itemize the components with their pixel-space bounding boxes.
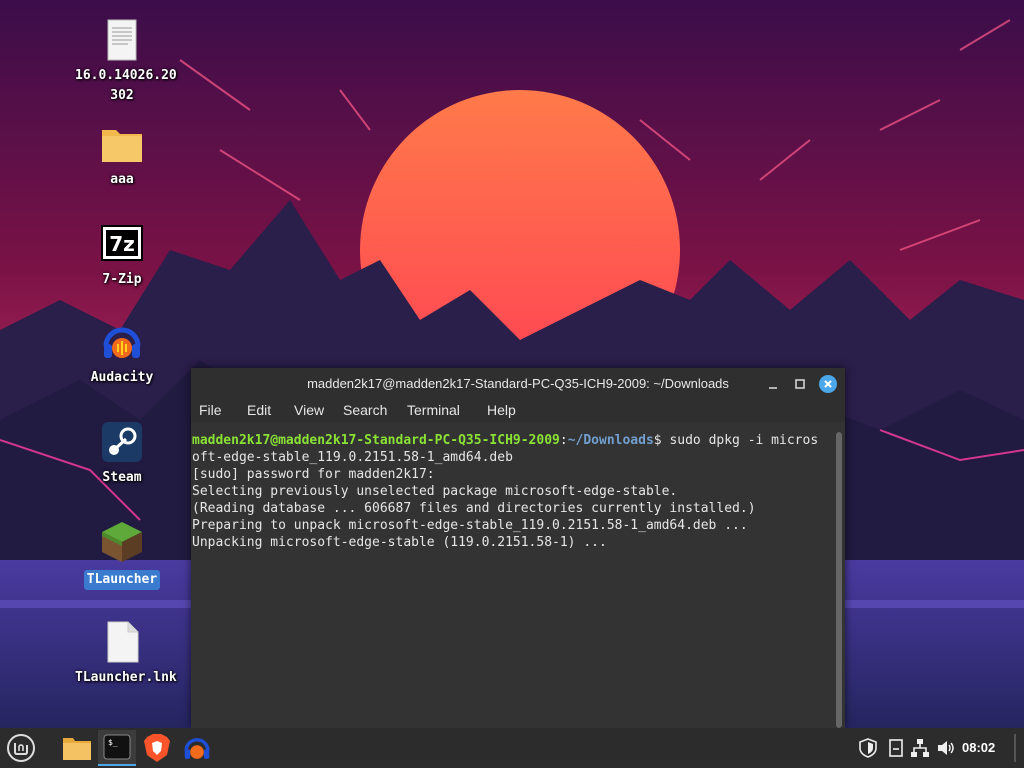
desktop-icon-steam[interactable]: Steam (72, 420, 172, 488)
minecraft-icon (100, 520, 144, 564)
close-icon (824, 380, 832, 388)
command-text: sudo dpkg -i micros (669, 433, 819, 448)
output-line: [sudo] password for madden2k17: (192, 467, 435, 482)
mint-menu-icon (7, 734, 35, 762)
terminal-icon: $_ (103, 734, 131, 760)
output-line: Selecting previously unselected package … (192, 484, 678, 499)
command-line-2: oft-edge-stable_119.0.2151.58-1_amd64.de… (192, 450, 513, 465)
desktop-icon-7zip[interactable]: 7z 7-Zip (72, 222, 172, 290)
menu-file[interactable]: File (199, 402, 222, 418)
menu-help[interactable]: Help (487, 402, 516, 418)
desktop-icon-document[interactable]: 16.0.14026.20 302 (72, 18, 177, 106)
document-icon (100, 18, 144, 62)
scrollbar-thumb[interactable] (836, 432, 842, 728)
terminal-scrollbar[interactable] (836, 432, 842, 728)
taskbar-brave[interactable] (138, 730, 176, 766)
desktop-icon-aaa[interactable]: aaa (72, 122, 172, 190)
window-title: madden2k17@madden2k17-Standard-PC-Q35-IC… (307, 376, 729, 391)
terminal-window[interactable]: madden2k17@madden2k17-Standard-PC-Q35-IC… (191, 368, 845, 728)
desktop-icon-label-line2: 302 (110, 88, 134, 103)
desktop-icon-audacity[interactable]: Audacity (72, 320, 172, 388)
prompt-separator: : (559, 433, 568, 448)
desktop-icon-label: TLauncher (83, 570, 161, 590)
menu-edit[interactable]: Edit (247, 402, 271, 418)
desktop-icon-label: Steam (102, 470, 142, 485)
taskbar-menu-button[interactable] (2, 730, 40, 766)
menu-terminal[interactable]: Terminal (407, 402, 460, 418)
file-icon (100, 620, 144, 664)
maximize-button[interactable] (791, 375, 809, 393)
output-line: Unpacking microsoft-edge-stable (119.0.2… (192, 535, 607, 550)
tray-notes[interactable] (886, 738, 906, 758)
menu-bar: File Edit View Search Terminal Help (191, 400, 845, 422)
tray-volume[interactable] (936, 738, 956, 758)
folder-icon (100, 122, 144, 166)
audacity-icon (184, 738, 210, 759)
desktop-icon-tlauncher-lnk[interactable]: TLauncher.lnk (72, 620, 177, 688)
maximize-icon (795, 379, 805, 389)
network-icon (911, 739, 929, 757)
notes-icon (889, 739, 903, 757)
output-line: (Reading database ... 606687 files and d… (192, 501, 756, 516)
minimize-button[interactable] (764, 375, 782, 393)
taskbar-terminal[interactable]: $_ (98, 730, 136, 766)
prompt-path: ~/Downloads (567, 433, 654, 448)
clock[interactable]: 08:02 (962, 740, 995, 755)
brave-icon (144, 734, 170, 762)
shield-icon (859, 738, 877, 758)
svg-text:7z: 7z (109, 232, 135, 256)
desktop-icon-label: 7-Zip (102, 272, 142, 287)
7zip-icon: 7z (100, 222, 144, 266)
command-line-1: madden2k17@madden2k17-Standard-PC-Q35-IC… (192, 432, 838, 449)
desktop-icon-label: aaa (110, 172, 134, 187)
volume-icon (938, 741, 954, 755)
tray-network[interactable] (910, 738, 930, 758)
menu-search[interactable]: Search (343, 402, 387, 418)
desktop-icon-label: Audacity (90, 370, 154, 385)
desktop-icon-label: TLauncher.lnk (75, 670, 177, 685)
output-line: Preparing to unpack microsoft-edge-stabl… (192, 518, 748, 533)
taskbar: $_ 08:02 (0, 728, 1024, 768)
prompt-end: $ (653, 433, 670, 448)
files-icon (63, 738, 91, 760)
prompt-user: madden2k17@madden2k17-Standard-PC-Q35-IC… (192, 433, 560, 448)
minimize-icon (769, 387, 777, 389)
taskbar-files[interactable] (58, 730, 96, 766)
desktop-icon-tlauncher[interactable]: TLauncher (72, 520, 172, 590)
steam-icon (100, 420, 144, 464)
audacity-icon (100, 320, 144, 364)
close-button[interactable] (819, 375, 837, 393)
desktop-icon-label: 16.0.14026.20 (75, 68, 177, 83)
taskbar-audacity[interactable] (178, 730, 216, 766)
menu-view[interactable]: View (294, 402, 324, 418)
svg-text:$_: $_ (108, 738, 118, 747)
terminal-output[interactable]: madden2k17@madden2k17-Standard-PC-Q35-IC… (191, 432, 838, 728)
window-titlebar[interactable]: madden2k17@madden2k17-Standard-PC-Q35-IC… (191, 368, 845, 400)
tray-security[interactable] (858, 738, 878, 758)
show-desktop-divider[interactable] (1014, 734, 1016, 762)
